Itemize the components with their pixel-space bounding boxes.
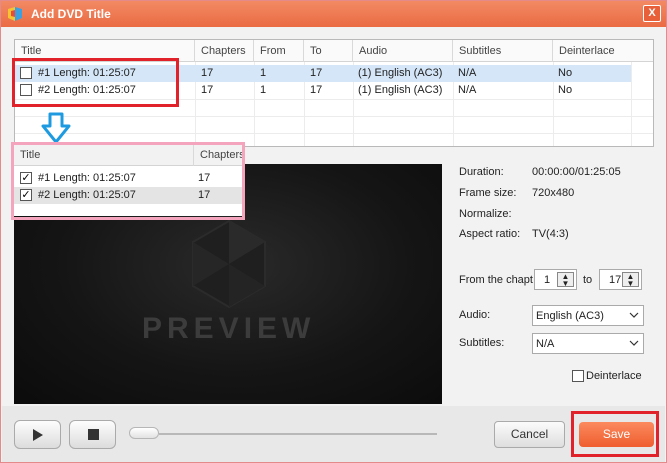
- subtitles-select[interactable]: N/A: [532, 333, 644, 354]
- column-header-from[interactable]: From: [254, 40, 304, 62]
- duration-label: Duration:: [459, 166, 504, 178]
- app-logo-icon: [8, 7, 22, 21]
- frame-size-label: Frame size:: [459, 187, 517, 199]
- row-chapters: 17: [201, 84, 214, 96]
- playback-slider-track[interactable]: [159, 433, 437, 435]
- row-deinterlace: No: [558, 84, 573, 96]
- play-icon: [33, 429, 43, 441]
- cancel-button[interactable]: Cancel: [494, 421, 565, 448]
- row-deinterlace: No: [558, 67, 573, 79]
- highlight-box-pink: [11, 142, 245, 220]
- deinterlace-label: Deinterlace: [586, 370, 642, 382]
- column-header-audio[interactable]: Audio: [353, 40, 453, 62]
- row-to: 17: [310, 84, 323, 96]
- playback-slider-thumb[interactable]: [129, 427, 159, 439]
- row-subtitles: N/A: [458, 67, 477, 79]
- chapter-to-label: to: [583, 274, 593, 286]
- subtitles-select-value: N/A: [536, 338, 555, 350]
- stop-icon: [88, 429, 99, 440]
- subtitles-label: Subtitles:: [459, 337, 505, 349]
- highlight-box-save: [571, 411, 659, 457]
- highlight-box-red: [12, 58, 179, 107]
- row-chapters: 17: [201, 67, 214, 79]
- deinterlace-checkbox[interactable]: [572, 370, 584, 382]
- aspect-ratio-label: Aspect ratio:: [459, 228, 521, 240]
- arrow-down-icon: [41, 112, 71, 144]
- column-header-deinterlace[interactable]: Deinterlace: [553, 40, 653, 62]
- stepper-arrows-icon[interactable]: ▲ ▼: [557, 272, 574, 288]
- chevron-down-icon: [629, 340, 639, 346]
- add-dvd-title-dialog: Add DVD Title X Title Chapters From To A…: [0, 0, 667, 463]
- chapter-to-value: 17: [609, 274, 622, 286]
- stepper-arrows-icon[interactable]: ▲ ▼: [622, 272, 639, 288]
- row-audio: (1) English (AC3): [358, 84, 443, 96]
- normalize-label: Normalize:: [459, 208, 512, 220]
- row-from: 1: [260, 67, 267, 79]
- column-header-to[interactable]: To: [304, 40, 353, 62]
- preview-logo-icon: [192, 219, 266, 309]
- chapter-to-stepper[interactable]: 17 ▲ ▼: [599, 269, 642, 290]
- chapter-from-stepper[interactable]: 1 ▲ ▼: [534, 269, 577, 290]
- row-from: 1: [260, 84, 267, 96]
- title-bar: Add DVD Title X: [1, 1, 666, 27]
- row-to: 17: [310, 67, 323, 79]
- audio-label: Audio:: [459, 309, 491, 321]
- close-button[interactable]: X: [643, 5, 661, 22]
- grid-divider: [15, 116, 653, 117]
- preview-watermark: PREVIEW: [142, 312, 316, 345]
- grid-divider: [15, 133, 653, 134]
- aspect-ratio-value: TV(4:3): [532, 228, 569, 240]
- column-header-subtitles[interactable]: Subtitles: [453, 40, 553, 62]
- window-title: Add DVD Title: [31, 7, 111, 21]
- frame-size-value: 720x480: [532, 187, 575, 199]
- row-audio: (1) English (AC3): [358, 67, 443, 79]
- row-subtitles: N/A: [458, 84, 477, 96]
- play-button[interactable]: [14, 420, 61, 449]
- audio-select-value: English (AC3): [536, 310, 604, 322]
- column-header-chapters[interactable]: Chapters: [195, 40, 254, 62]
- chapter-from-value: 1: [544, 274, 551, 286]
- duration-value: 00:00:00/01:25:05: [532, 166, 621, 178]
- audio-select[interactable]: English (AC3): [532, 305, 644, 326]
- chevron-down-icon: [629, 312, 639, 318]
- stop-button[interactable]: [69, 420, 116, 449]
- chapter-range-label: From the chapt: [459, 274, 533, 286]
